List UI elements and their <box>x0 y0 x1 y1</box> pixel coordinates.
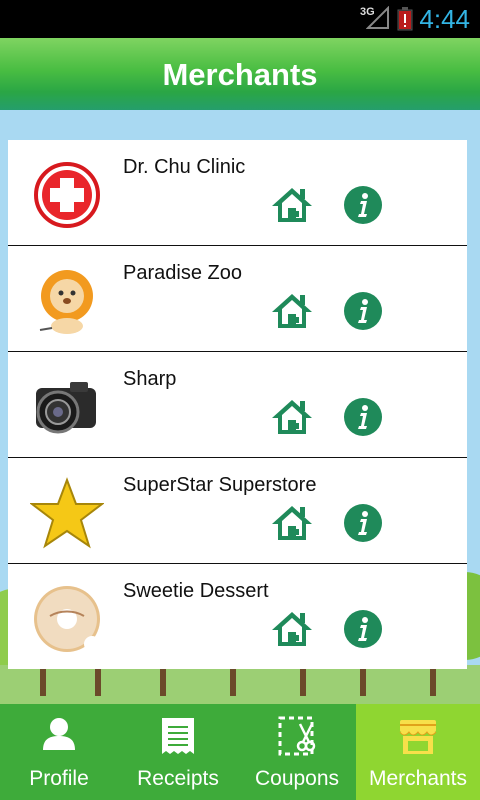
signal-icon <box>366 6 389 29</box>
star-icon <box>30 477 104 549</box>
merchant-row[interactable]: Paradise Zoo <box>8 246 467 352</box>
page-title: Merchants <box>162 57 318 92</box>
receipt-icon <box>162 718 194 754</box>
home-icon[interactable] <box>272 504 312 542</box>
info-icon[interactable] <box>344 504 382 542</box>
merchant-row[interactable]: Dr. Chu Clinic <box>8 140 467 246</box>
person-icon <box>43 718 75 750</box>
home-icon[interactable] <box>272 186 312 224</box>
merchant-name: SuperStar Superstore <box>123 474 317 496</box>
merchant-row[interactable]: Sharp <box>8 352 467 458</box>
merchant-row[interactable]: Sweetie Dessert <box>8 564 467 669</box>
storefront-icon <box>399 720 437 754</box>
info-icon[interactable] <box>344 398 382 436</box>
tab-receipts[interactable]: Receipts <box>118 704 238 800</box>
tab-label: Coupons <box>254 767 340 790</box>
scissors-coupon-icon <box>278 716 316 756</box>
merchant-name: Sweetie Dessert <box>123 580 269 602</box>
info-icon[interactable] <box>344 186 382 224</box>
info-icon[interactable] <box>344 292 382 330</box>
merchant-name: Dr. Chu Clinic <box>123 156 246 178</box>
home-icon[interactable] <box>272 398 312 436</box>
info-icon[interactable] <box>344 610 382 648</box>
tab-profile[interactable]: Profile <box>0 704 118 800</box>
red-cross-icon <box>34 162 100 228</box>
merchant-name: Sharp <box>123 368 177 390</box>
lion-icon <box>39 270 93 334</box>
home-icon[interactable] <box>272 610 312 648</box>
status-bar: 3G 4:44 <box>0 0 480 38</box>
tab-label: Receipts <box>137 767 219 790</box>
app-header: Merchants <box>0 38 480 110</box>
tab-merchants[interactable]: Merchants <box>356 704 480 800</box>
bottom-nav: Profile Receipts Coupons Merchants <box>0 704 480 800</box>
merchant-row[interactable]: SuperStar Superstore <box>8 458 467 564</box>
home-icon[interactable] <box>272 292 312 330</box>
battery-alert-icon <box>397 7 413 31</box>
merchant-list: Dr. Chu Clinic Paradise Zoo Sharp SuperS… <box>8 140 467 669</box>
clock: 4:44 <box>419 4 470 34</box>
donut-icon <box>34 586 100 652</box>
merchant-name: Paradise Zoo <box>123 262 242 284</box>
tab-label: Merchants <box>368 767 468 790</box>
camera-icon <box>36 382 96 434</box>
tab-label: Profile <box>29 767 89 790</box>
tab-coupons[interactable]: Coupons <box>238 704 356 800</box>
